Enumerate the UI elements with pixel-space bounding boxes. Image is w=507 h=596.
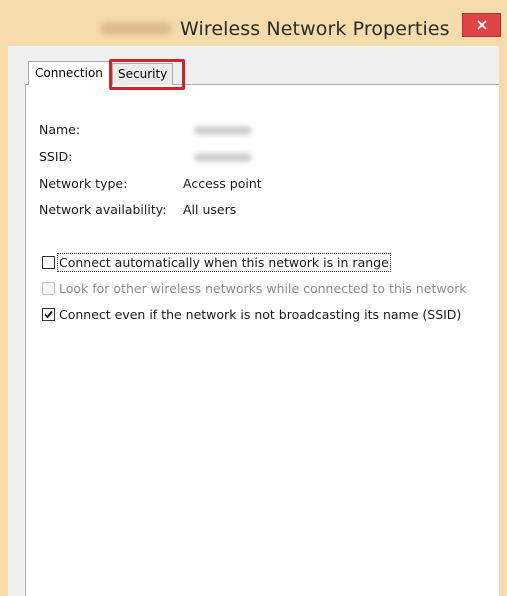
connect-even-if-hidden-option[interactable]: Connect even if the network is not broad… xyxy=(42,305,461,323)
look-for-other-networks-option: Look for other wireless networks while c… xyxy=(42,279,467,297)
dialog-client-area: Name: SSID: Network type: Access point N… xyxy=(8,46,499,596)
connect-even-if-hidden-label[interactable]: Connect even if the network is not broad… xyxy=(59,307,461,322)
connect-automatically-checkbox[interactable] xyxy=(42,255,55,269)
look-for-other-networks-label: Look for other wireless networks while c… xyxy=(59,280,467,296)
look-for-other-networks-checkbox xyxy=(42,281,55,295)
window-title: Wireless Network Properties xyxy=(180,18,450,40)
close-x-icon xyxy=(476,20,487,30)
checkmark-icon xyxy=(44,310,53,318)
connect-even-if-hidden-checkbox[interactable] xyxy=(42,307,55,321)
tab-connection[interactable]: Connection xyxy=(28,61,110,85)
name-label: Name: xyxy=(39,122,81,137)
network-availability-value: All users xyxy=(183,202,237,217)
network-availability-label: Network availability: xyxy=(39,202,167,217)
connect-automatically-option[interactable]: Connect automatically when this network … xyxy=(42,252,391,272)
network-type-label: Network type: xyxy=(39,176,128,191)
dialog-window: Wireless Network Properties Name: SSID: … xyxy=(0,0,507,596)
security-tab-highlight xyxy=(109,59,185,90)
connect-automatically-label[interactable]: Connect automatically when this network … xyxy=(57,252,391,272)
ssid-value-redacted xyxy=(194,153,252,162)
title-bar[interactable]: Wireless Network Properties xyxy=(0,0,507,46)
network-type-value: Access point xyxy=(183,176,262,191)
name-value-redacted xyxy=(194,126,252,135)
title-prefix-redacted xyxy=(100,22,172,35)
close-button[interactable] xyxy=(462,13,501,37)
ssid-label: SSID: xyxy=(39,149,73,164)
tab-panel-connection: Name: SSID: Network type: Access point N… xyxy=(25,84,499,596)
